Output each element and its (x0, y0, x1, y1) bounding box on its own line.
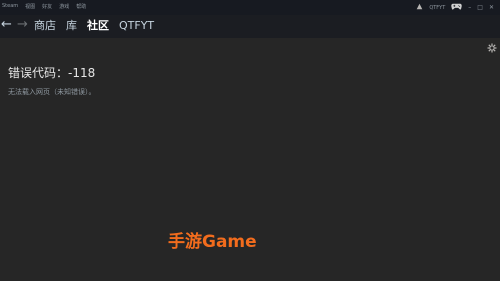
tab-library[interactable]: 库 (66, 19, 77, 33)
nav-bar: ← → 商店 库 社区 QTFYT (0, 15, 500, 38)
error-description: 无法载入网页（未知错误）。 (8, 88, 96, 96)
error-code-title: 错误代码：-118 (8, 66, 96, 80)
menu-bar: Steam 视图 好友 游戏 帮助 QTFYT – □ ✕ (0, 0, 500, 15)
tab-store[interactable]: 商店 (34, 19, 56, 33)
watermark-logo: 手游Game (168, 232, 257, 252)
menu-item-help[interactable]: 帮助 (76, 3, 86, 10)
broadcast-icon[interactable] (416, 3, 423, 12)
steam-window: Steam 视图 好友 游戏 帮助 QTFYT – □ ✕ ← → 商店 库 社… (0, 0, 500, 281)
menu-item-friends[interactable]: 好友 (42, 3, 52, 10)
gamepad-icon[interactable] (451, 3, 463, 12)
top-right-controls: QTFYT – □ ✕ (416, 3, 494, 12)
tab-community[interactable]: 社区 (87, 19, 109, 33)
page-content: 错误代码：-118 无法载入网页（未知错误）。 手游Game (0, 38, 500, 281)
menu-item-steam[interactable]: Steam (2, 3, 18, 10)
menu-items: Steam 视图 好友 游戏 帮助 (2, 3, 86, 10)
forward-arrow-icon[interactable]: → (17, 18, 28, 32)
close-icon[interactable]: ✕ (489, 4, 494, 11)
minimize-icon[interactable]: – (468, 4, 471, 11)
account-name[interactable]: QTFYT (429, 5, 445, 11)
menu-item-view[interactable]: 视图 (25, 3, 35, 10)
tab-profile[interactable]: QTFYT (119, 19, 154, 33)
menu-item-games[interactable]: 游戏 (59, 3, 69, 10)
nav-tabs: 商店 库 社区 QTFYT (34, 19, 154, 33)
back-arrow-icon[interactable]: ← (1, 18, 12, 32)
gear-icon[interactable] (487, 38, 497, 53)
maximize-icon[interactable]: □ (477, 4, 483, 11)
